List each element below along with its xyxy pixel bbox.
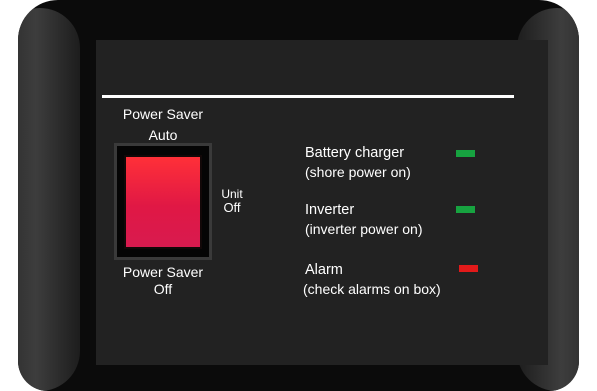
indicator-battery-charger-subtitle: (shore power on) <box>305 164 411 180</box>
indicator-inverter-subtitle: (inverter power on) <box>305 221 423 237</box>
inverter-led <box>456 206 475 213</box>
indicator-battery-charger-title: Battery charger <box>305 145 405 161</box>
battery-charger-led <box>456 150 475 157</box>
unit-off-label-line2: Off <box>223 200 241 215</box>
remote-panel-device <box>18 0 579 391</box>
indicator-alarm-subtitle: (check alarms on box) <box>303 281 441 297</box>
indicator-alarm-title: Alarm <box>305 262 343 278</box>
left-grip <box>18 8 80 391</box>
panel-divider <box>102 95 514 98</box>
switch-top-label-line1: Power Saver <box>122 106 204 122</box>
switch-bottom-label-line1: Power Saver <box>122 264 204 280</box>
switch-top-label-line2: Auto <box>148 127 178 143</box>
alarm-led <box>459 265 478 272</box>
switch-bottom-label-line2: Off <box>153 281 173 297</box>
indicator-inverter-title: Inverter <box>305 202 355 218</box>
power-saver-rocker-switch[interactable] <box>124 155 202 249</box>
